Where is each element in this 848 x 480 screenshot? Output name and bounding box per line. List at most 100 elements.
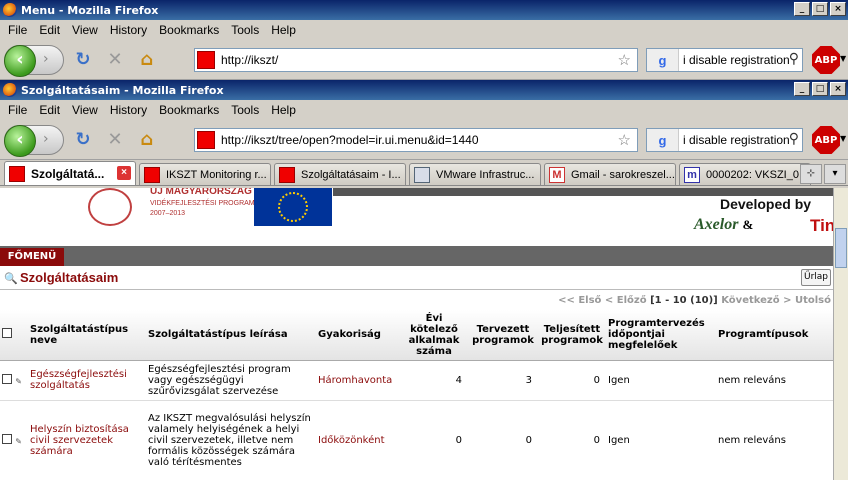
- menubar-2: File Edit View History Bookmarks Tools H…: [0, 100, 848, 120]
- column-header[interactable]: Szolgáltatástípus leírása: [146, 310, 316, 361]
- column-header[interactable]: Szolgáltatástípus neve: [28, 310, 146, 361]
- pager-first[interactable]: << Első: [558, 295, 601, 306]
- adblock-dropdown-icon[interactable]: ▼: [840, 54, 846, 63]
- table-row[interactable]: ✎ Egészségfejlesztési szolgáltatás Egész…: [0, 360, 833, 401]
- close-button[interactable]: ×: [830, 2, 846, 16]
- cell-name[interactable]: Helyszín biztosítása civil szervezetek s…: [28, 400, 146, 480]
- menu-view[interactable]: View: [66, 23, 104, 37]
- reload-icon[interactable]: ↻: [70, 47, 96, 73]
- forward-button[interactable]: ›: [43, 51, 49, 67]
- column-header[interactable]: Teljesített programok: [538, 310, 606, 361]
- maximize-button[interactable]: □: [812, 2, 828, 16]
- google-icon[interactable]: g: [647, 49, 679, 71]
- bookmark-star-icon[interactable]: ☆: [618, 51, 631, 69]
- list-search-icon: 🔍: [4, 272, 18, 285]
- search-text: i disable registration: [683, 133, 790, 147]
- edit-icon[interactable]: ✎: [15, 437, 22, 446]
- page-scrollbar[interactable]: [833, 188, 848, 480]
- menu-bookmarks[interactable]: Bookmarks: [153, 23, 225, 37]
- close-button[interactable]: ×: [830, 82, 846, 96]
- cell-required: 0: [400, 400, 468, 480]
- cell-desc: Egészségfejlesztési program vagy egészsé…: [146, 360, 316, 401]
- search-box[interactable]: g i disable registration ⚲: [646, 128, 803, 152]
- menu-tools[interactable]: Tools: [225, 103, 265, 117]
- tab-szolgaltatasaim[interactable]: Szolgáltatásaim - I...: [274, 163, 406, 185]
- menu-help[interactable]: Help: [265, 23, 302, 37]
- search-box[interactable]: g i disable registration ⚲: [646, 48, 803, 72]
- search-icon[interactable]: ⚲: [789, 50, 799, 67]
- forward-button[interactable]: ›: [43, 131, 49, 147]
- cell-planned: 3: [468, 360, 538, 401]
- window-title: Menu - Mozilla Firefox: [21, 3, 159, 17]
- tab-controls: ⊹ ▾: [800, 164, 846, 184]
- pager: << Első < Előző [1 - 10 (10)] Következő …: [0, 290, 833, 310]
- adblock-dropdown-icon[interactable]: ▼: [840, 134, 846, 143]
- menu-view[interactable]: View: [66, 103, 104, 117]
- edit-icon[interactable]: ✎: [15, 377, 22, 386]
- pager-last[interactable]: Utolsó: [795, 295, 831, 306]
- cell-name[interactable]: Egészségfejlesztési szolgáltatás: [28, 360, 146, 401]
- tab-label: Szolgáltatá...: [31, 166, 105, 181]
- menu-history[interactable]: History: [104, 23, 153, 37]
- home-icon[interactable]: ⌂: [134, 47, 160, 73]
- cell-frequency[interactable]: Háromhavonta: [316, 360, 400, 401]
- column-header[interactable]: Tervezett programok: [468, 310, 538, 361]
- tab-close-icon[interactable]: ×: [117, 166, 131, 180]
- tab-favicon: [144, 166, 160, 183]
- back-button[interactable]: ‹: [4, 124, 36, 157]
- scrollbar-thumb[interactable]: [835, 228, 847, 268]
- column-header[interactable]: Programtípusok: [716, 310, 833, 361]
- tab-vmware[interactable]: VMware Infrastruc...: [409, 163, 541, 185]
- menu-file[interactable]: File: [2, 23, 33, 37]
- url-bar[interactable]: http://ikszt/tree/open?model=ir.ui.menu&…: [194, 128, 638, 152]
- back-forward-group: ‹ ›: [4, 44, 64, 77]
- column-header[interactable]: Évi kötelező alkalmak száma: [400, 310, 468, 361]
- bookmark-star-icon[interactable]: ☆: [618, 131, 631, 149]
- menu-tools[interactable]: Tools: [225, 23, 265, 37]
- tab-gmail[interactable]: M Gmail - sarokreszel...: [544, 163, 676, 185]
- adblock-icon[interactable]: ABP: [812, 126, 840, 154]
- tab-szolgaltatasaim-active[interactable]: Szolgáltatá... ×: [4, 161, 136, 185]
- pager-prev[interactable]: < Előző: [605, 295, 647, 306]
- cell-frequency[interactable]: Időközönként: [316, 400, 400, 480]
- url-bar[interactable]: http://ikszt/ ☆: [194, 48, 638, 72]
- row-checkbox[interactable]: [2, 433, 12, 444]
- menu-file[interactable]: File: [2, 103, 33, 117]
- home-icon[interactable]: ⌂: [134, 127, 160, 153]
- stop-icon[interactable]: ✕: [102, 47, 128, 73]
- table-row[interactable]: ✎ Helyszín biztosítása civil szervezetek…: [0, 400, 833, 480]
- back-button[interactable]: ‹: [4, 44, 36, 77]
- minimize-button[interactable]: _: [794, 2, 810, 16]
- stop-icon[interactable]: ✕: [102, 127, 128, 153]
- menu-history[interactable]: History: [104, 103, 153, 117]
- tab-list-icon[interactable]: ▾: [824, 164, 846, 184]
- cell-desc: Az IKSZT megvalósulási helyszín valamely…: [146, 400, 316, 480]
- menu-edit[interactable]: Edit: [33, 103, 66, 117]
- select-all-checkbox[interactable]: [2, 328, 12, 339]
- banner: ÚJ MAGYARORSZÁG VIDÉKFEJLESZTÉSI PROGRAM…: [0, 188, 833, 246]
- window-controls: _ □ ×: [794, 2, 846, 16]
- tab-mantis[interactable]: m 0000202: VKSZI_0...: [679, 163, 811, 185]
- column-header[interactable]: Programtervezés időpontjai megfelelőek: [606, 310, 716, 361]
- navigation-toolbar-1: ‹ › ↻ ✕ ⌂ http://ikszt/ ☆ g i disable re…: [0, 40, 848, 80]
- column-header[interactable]: Gyakoriság: [316, 310, 400, 361]
- page-title: Szolgáltatásaim: [20, 270, 119, 285]
- tab-label: VMware Infrastruc...: [436, 168, 535, 181]
- pager-next[interactable]: Következő >: [721, 295, 791, 306]
- view-header: 🔍 Szolgáltatásaim Űrlap: [0, 266, 833, 290]
- search-icon[interactable]: ⚲: [789, 130, 799, 147]
- google-icon[interactable]: g: [647, 129, 679, 151]
- reload-icon[interactable]: ↻: [70, 127, 96, 153]
- row-checkbox[interactable]: [2, 373, 12, 384]
- tab-scroll-icon[interactable]: ⊹: [800, 164, 822, 184]
- adblock-icon[interactable]: ABP: [812, 46, 840, 74]
- tab-ikszt-monitoring[interactable]: IKSZT Monitoring r...: [139, 163, 271, 185]
- menu-edit[interactable]: Edit: [33, 23, 66, 37]
- minimize-button[interactable]: _: [794, 82, 810, 96]
- menu-bookmarks[interactable]: Bookmarks: [153, 103, 225, 117]
- main-menu-button[interactable]: FŐMENÜ: [0, 248, 64, 266]
- menu-help[interactable]: Help: [265, 103, 302, 117]
- maximize-button[interactable]: □: [812, 82, 828, 96]
- form-view-button[interactable]: Űrlap: [801, 269, 831, 286]
- back-forward-group: ‹ ›: [4, 124, 64, 157]
